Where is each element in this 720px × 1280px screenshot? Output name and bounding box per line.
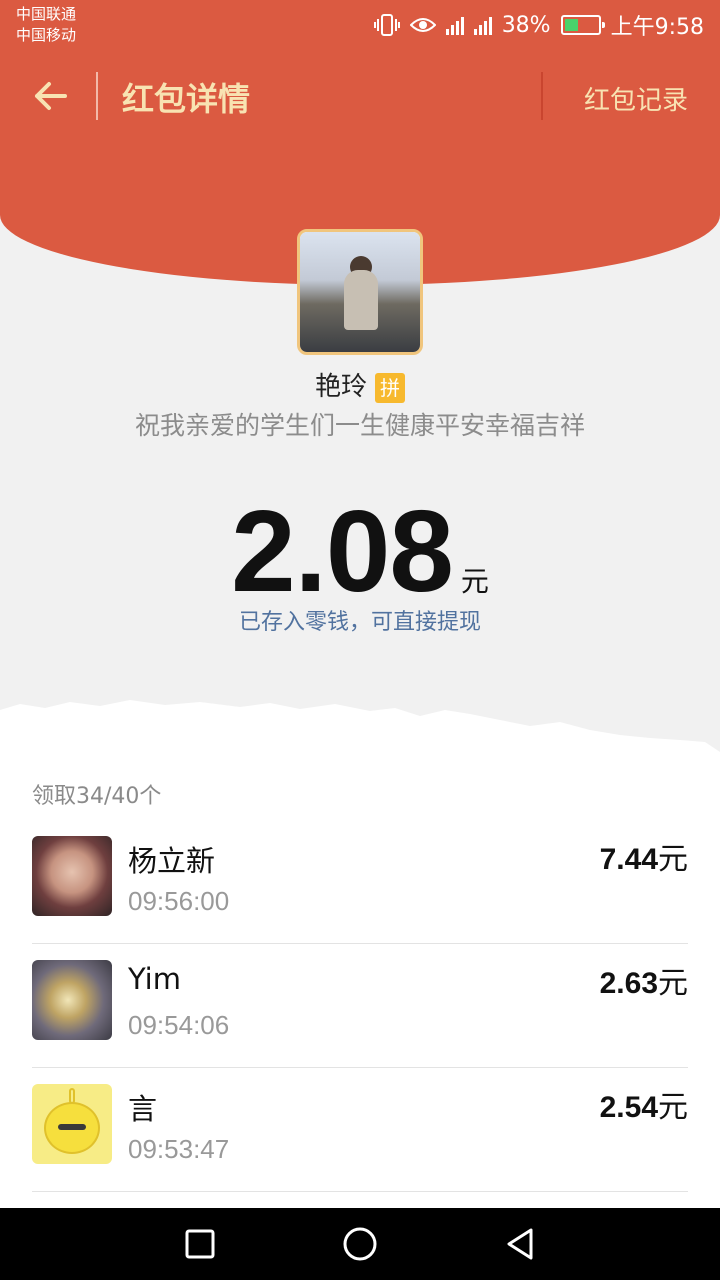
amount-display: 2.08 元 — [0, 484, 720, 618]
list-item[interactable]: Yim 09:54:06 2.63元 — [32, 944, 688, 1068]
signal-4g-icon — [445, 15, 464, 35]
nav-bar: 红包详情 红包记录 — [0, 60, 720, 132]
back-system-button[interactable] — [502, 1226, 538, 1262]
receive-time: 09:53:47 — [128, 1134, 230, 1164]
receive-amount: 2.63元 — [600, 958, 688, 1002]
receiver-name: 言 — [128, 1092, 158, 1126]
status-icons: 38% 上午9:58 — [373, 10, 704, 40]
clock: 上午9:58 — [610, 15, 704, 40]
amount-unit: 元 — [658, 843, 688, 876]
blessing-text: 祝我亲爱的学生们一生健康平安幸福吉祥 — [134, 411, 585, 440]
vibrate-icon — [373, 14, 400, 36]
receiver-name: 杨立新 — [128, 844, 216, 878]
amount-number: 2.54 — [599, 1091, 658, 1124]
carrier-2: 中国移动 — [16, 26, 77, 44]
sender-name: 艳玲 — [314, 372, 367, 402]
carrier-info: 中国联通 中国移动 — [16, 4, 76, 46]
amount-unit: 元 — [658, 967, 688, 1000]
page-title: 红包详情 — [122, 80, 251, 118]
list-item[interactable]: 言 09:53:47 2.54元 — [32, 1068, 688, 1192]
triangle-back-icon — [507, 1228, 533, 1260]
back-button[interactable] — [24, 70, 76, 122]
receive-amount: 7.44元 — [600, 834, 688, 878]
receiver-list: 杨立新 09:56:00 7.44元 Yim 09:54:06 2.63元 言 … — [32, 820, 688, 1192]
list-item[interactable]: 杨立新 09:56:00 7.44元 — [32, 820, 688, 944]
system-navigation-bar — [0, 1208, 720, 1280]
eye-icon — [409, 18, 436, 32]
carrier-1: 中国联通 — [16, 5, 77, 23]
red-packet-record-link[interactable]: 红包记录 — [584, 80, 688, 117]
receiver-name: Yim — [128, 962, 181, 996]
avatar — [32, 836, 112, 916]
receive-amount: 2.54元 — [600, 1082, 688, 1126]
amount-number: 7.44 — [599, 843, 658, 876]
red-packet-detail-screen: 中国联通 中国移动 38% 上午9:58 红包详情 红包记录 艳玲 拼 祝我亲爱… — [0, 0, 720, 1280]
pin-badge: 拼 — [375, 372, 405, 403]
sender-line: 艳玲拼 — [0, 366, 720, 403]
battery-percent: 38% — [501, 12, 551, 38]
square-icon — [185, 1229, 215, 1259]
receive-time: 09:56:00 — [128, 886, 230, 916]
circle-icon — [343, 1227, 377, 1261]
avatar — [32, 960, 112, 1040]
recent-apps-button[interactable] — [182, 1226, 218, 1262]
status-bar: 中国联通 中国移动 38% 上午9:58 — [0, 0, 720, 50]
arrow-left-icon — [35, 82, 67, 110]
receive-time: 09:54:06 — [128, 1010, 230, 1040]
receive-count: 领取34/40个 — [32, 784, 162, 809]
battery-icon — [560, 15, 605, 35]
home-button[interactable] — [342, 1226, 378, 1262]
amount-unit: 元 — [658, 1091, 688, 1124]
nav-divider-right — [541, 72, 543, 120]
amount-number: 2.63 — [599, 967, 658, 1000]
sender-avatar[interactable] — [297, 229, 423, 355]
amount-unit: 元 — [460, 565, 489, 598]
signal-2g-icon — [473, 15, 492, 35]
nav-divider — [96, 72, 98, 120]
avatar — [32, 1084, 112, 1164]
amount-value: 2.08 — [231, 486, 454, 616]
withdraw-note-link[interactable]: 已存入零钱，可直接提现 — [0, 604, 720, 636]
